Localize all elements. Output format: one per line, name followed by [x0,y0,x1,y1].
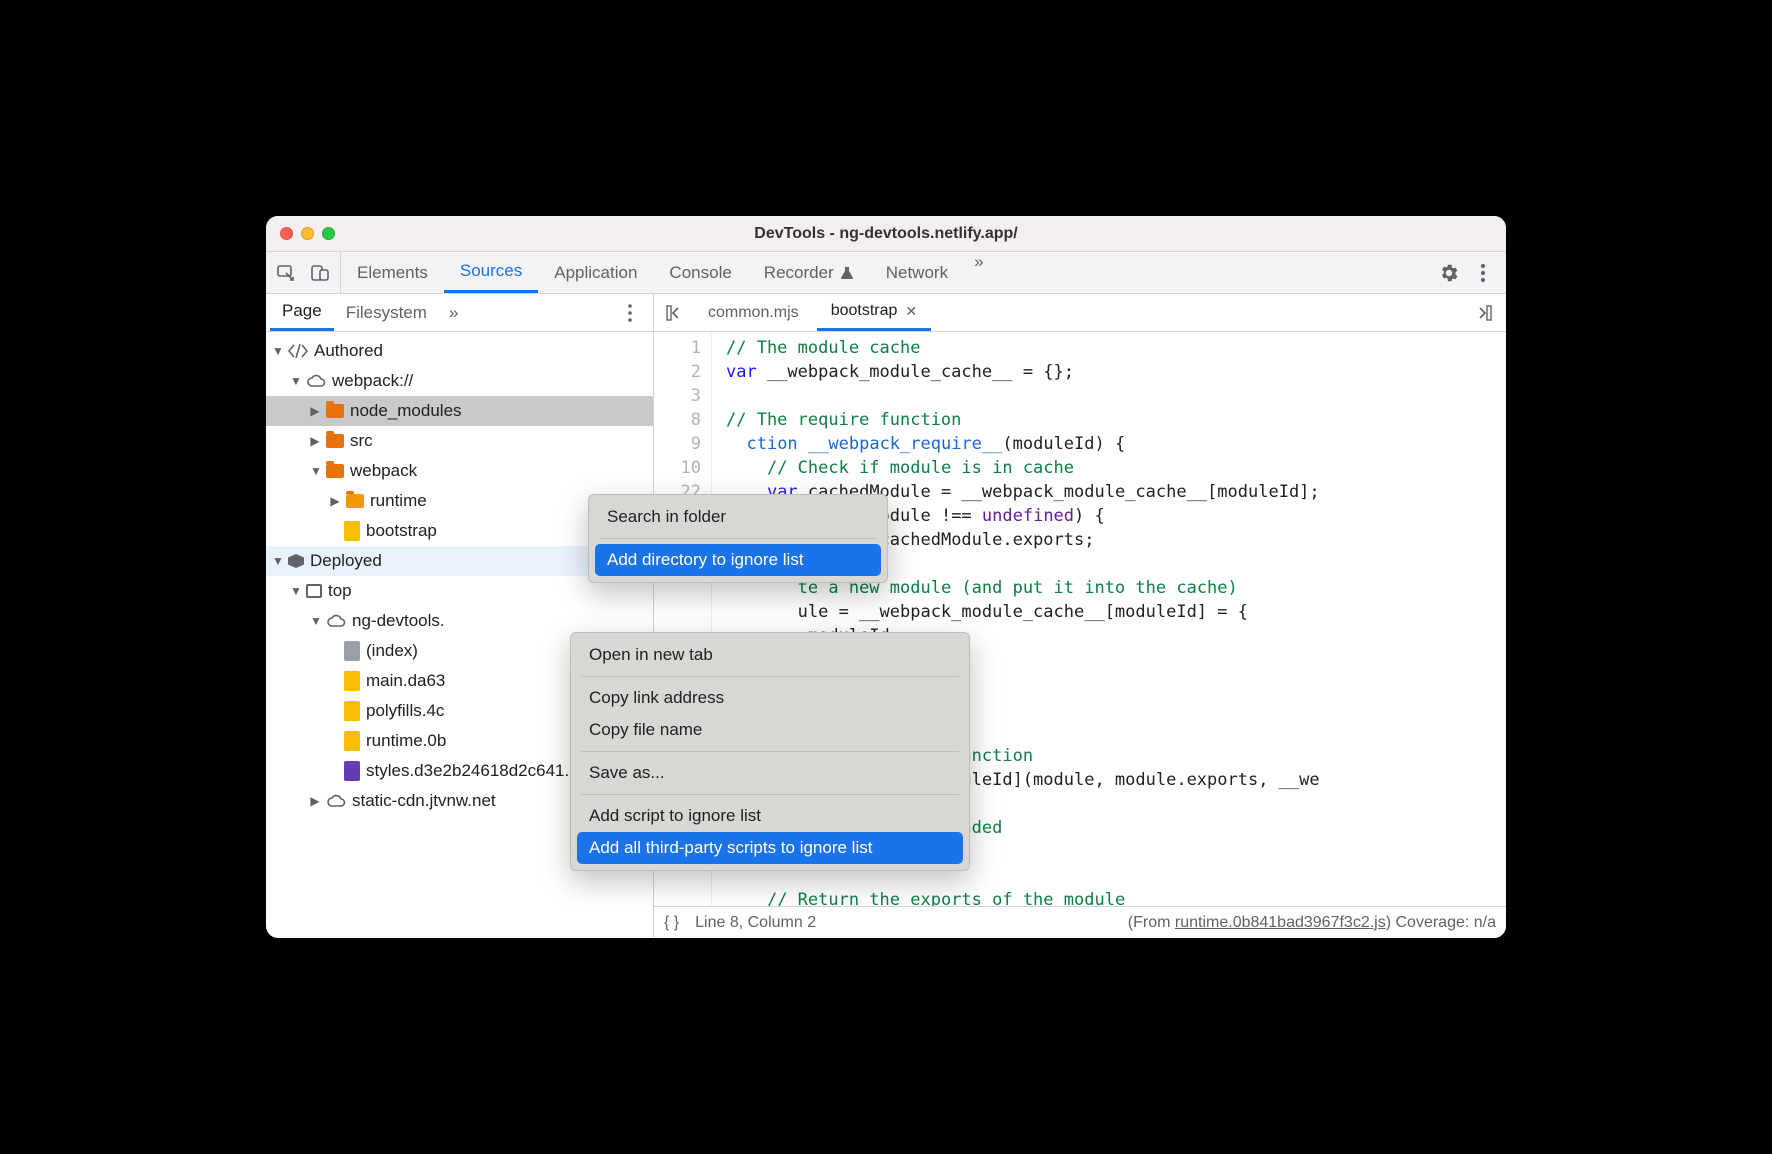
tab-application[interactable]: Application [538,252,653,293]
cursor-position: Line 8, Column 2 [695,914,816,932]
js-file-icon [344,731,360,751]
js-file-icon [344,671,360,691]
chevron-down-icon: ▼ [272,554,282,568]
nav-tab-filesystem[interactable]: Filesystem [334,294,439,331]
window-title: DevTools - ng-devtools.netlify.app/ [266,225,1506,243]
frame-icon [306,584,322,598]
chevron-down-icon: ▼ [272,344,282,358]
source-map-link[interactable]: runtime.0b841bad3967f3c2.js [1175,914,1386,931]
kebab-menu-icon[interactable] [1474,262,1492,284]
js-file-icon [344,701,360,721]
tree-webpack-folder[interactable]: ▼ webpack [266,456,653,486]
titlebar: DevTools - ng-devtools.netlify.app/ [266,216,1506,252]
ctx-separator [581,751,959,752]
minimize-window-button[interactable] [301,227,314,240]
tree-node-modules[interactable]: ▶ node_modules [266,396,653,426]
file-tab-bootstrap[interactable]: bootstrap ✕ [817,294,931,331]
package-icon [288,554,304,568]
file-icon [344,641,360,661]
settings-icon[interactable] [1438,262,1460,284]
css-file-icon [344,761,360,781]
cloud-icon [306,374,326,388]
flask-icon [840,266,854,280]
ctx-open-new-tab[interactable]: Open in new tab [577,639,963,671]
folder-icon [346,494,364,508]
ctx-separator [599,538,877,539]
tab-network[interactable]: Network [870,252,964,293]
file-tab-common[interactable]: common.mjs [694,294,813,331]
ctx-save-as[interactable]: Save as... [577,757,963,789]
devtools-window: DevTools - ng-devtools.netlify.app/ Elem… [266,216,1506,938]
source-map-info: (From runtime.0b841bad3967f3c2.js) Cover… [1128,914,1496,932]
ctx-separator [581,676,959,677]
chevron-down-icon: ▼ [290,374,300,388]
nav-more-tabs[interactable]: » [439,303,468,323]
cloud-icon [326,614,346,628]
folder-icon [326,434,344,448]
code-icon [288,343,308,359]
history-back-icon[interactable] [660,301,690,325]
nav-kebab-icon[interactable] [611,303,649,323]
folder-icon [326,464,344,478]
ctx-add-directory-ignore[interactable]: Add directory to ignore list [595,544,881,576]
cloud-icon [326,794,346,808]
context-menu-file: Open in new tab Copy link address Copy f… [570,632,970,871]
js-file-icon [344,521,360,541]
ctx-search-folder[interactable]: Search in folder [595,501,881,533]
chevron-right-icon: ▶ [310,794,320,808]
ctx-copy-link[interactable]: Copy link address [577,682,963,714]
folder-icon [326,404,344,418]
main-tab-strip: Elements Sources Application Console Rec… [266,252,1506,294]
more-tabs-button[interactable]: » [964,252,993,293]
device-toolbar-icon[interactable] [310,263,330,283]
chevron-down-icon: ▼ [310,464,320,478]
ctx-separator [581,794,959,795]
tab-sources[interactable]: Sources [444,252,538,293]
close-tab-icon[interactable]: ✕ [905,303,917,320]
navigator-tabs: Page Filesystem » [266,294,653,332]
file-tab-strip: common.mjs bootstrap ✕ [654,294,1506,332]
ctx-copy-name[interactable]: Copy file name [577,714,963,746]
pretty-print-icon[interactable]: { } [664,914,679,932]
tab-recorder[interactable]: Recorder [748,252,870,293]
maximize-window-button[interactable] [322,227,335,240]
chevron-right-icon: ▶ [330,494,340,508]
chevron-right-icon: ▶ [310,434,320,448]
nav-tab-page[interactable]: Page [270,294,334,331]
ctx-add-all-third-party-ignore[interactable]: Add all third-party scripts to ignore li… [577,832,963,864]
tab-console[interactable]: Console [653,252,747,293]
collapse-panel-icon[interactable] [1466,301,1500,325]
tree-webpack-scheme[interactable]: ▼ webpack:// [266,366,653,396]
chevron-down-icon: ▼ [310,614,320,628]
traffic-lights [280,227,335,240]
status-bar: { } Line 8, Column 2 (From runtime.0b841… [654,906,1506,938]
chevron-down-icon: ▼ [290,584,300,598]
chevron-right-icon: ▶ [310,404,320,418]
tree-authored[interactable]: ▼ Authored [266,336,653,366]
context-menu-folder: Search in folder Add directory to ignore… [588,494,888,583]
ctx-add-script-ignore[interactable]: Add script to ignore list [577,800,963,832]
close-window-button[interactable] [280,227,293,240]
tab-elements[interactable]: Elements [341,252,444,293]
inspect-element-icon[interactable] [276,263,296,283]
tree-src[interactable]: ▶ src [266,426,653,456]
